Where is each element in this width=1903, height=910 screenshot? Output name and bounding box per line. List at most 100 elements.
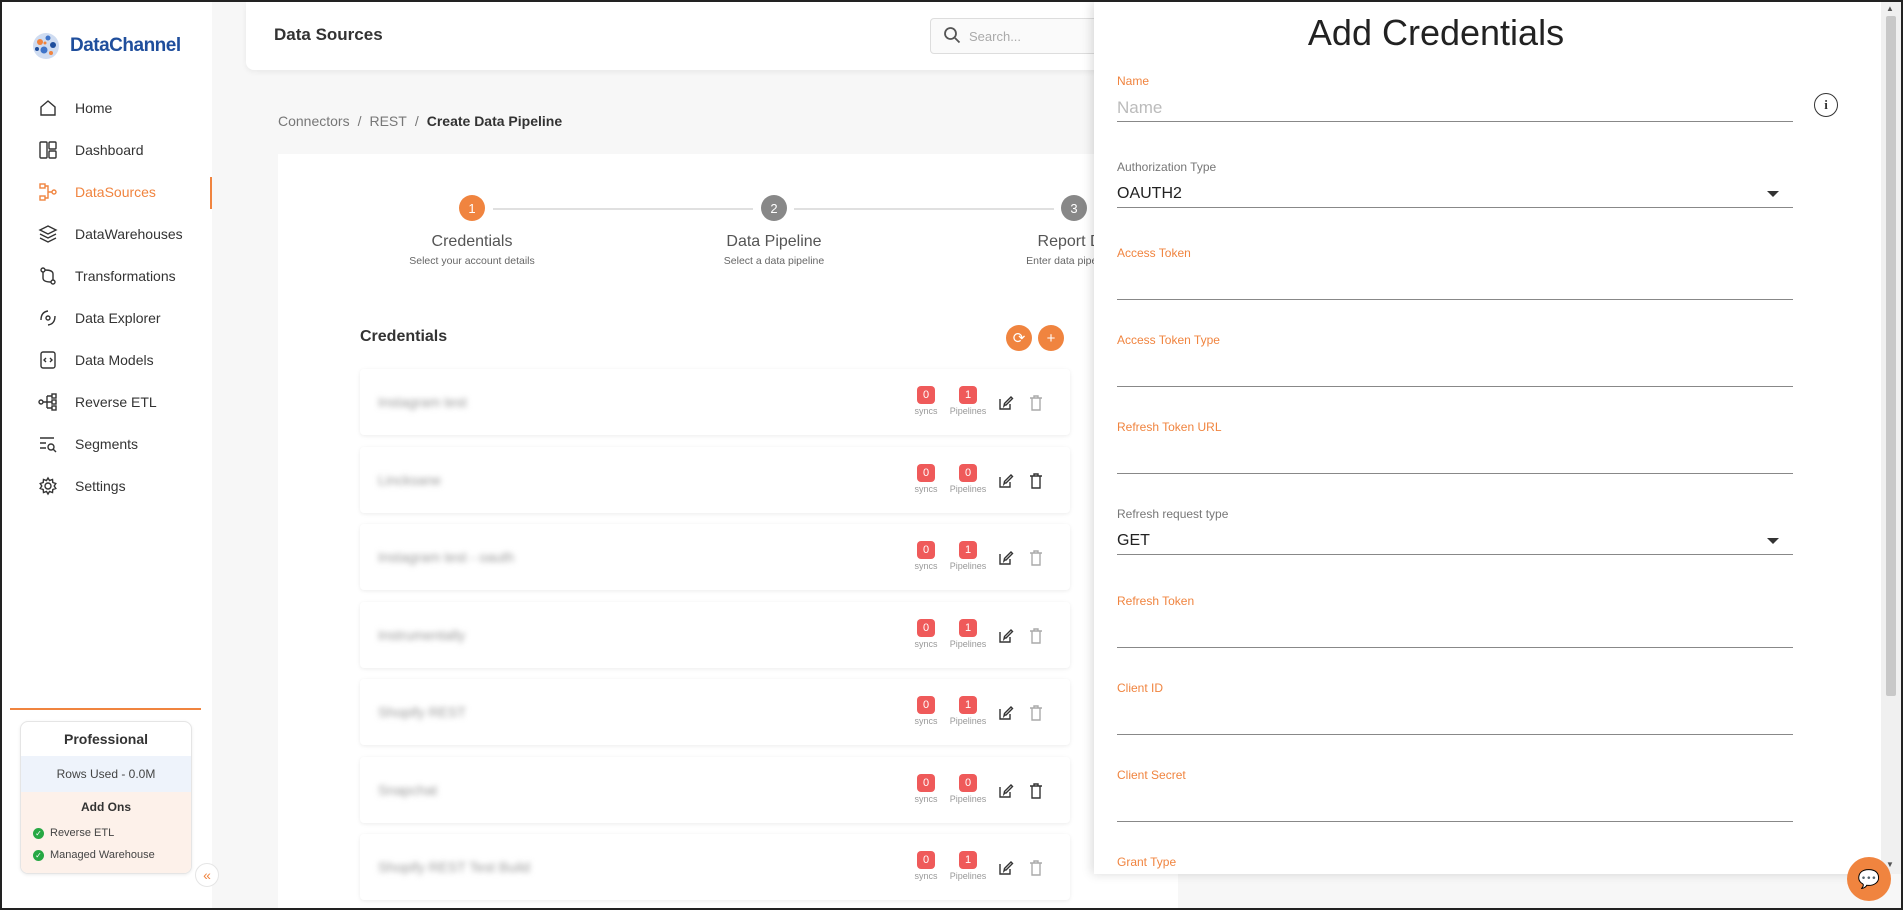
trash-icon[interactable] — [1026, 858, 1046, 878]
addon-item: ✓ Managed Warehouse — [21, 844, 191, 866]
edit-icon[interactable] — [996, 781, 1016, 801]
refresh-button[interactable]: ⟳ — [1006, 325, 1032, 351]
trash-icon[interactable] — [1026, 393, 1046, 413]
syncs-count: 0 syncs — [906, 618, 946, 649]
step-title: Credentials — [431, 233, 513, 250]
access-token-type-input[interactable] — [1117, 357, 1793, 387]
credential-row[interactable]: Instagram test - oauth 0 syncs 1 Pipelines — [360, 524, 1070, 590]
add-credential-button[interactable]: + — [1038, 325, 1064, 351]
trash-icon[interactable] — [1026, 781, 1046, 801]
client-secret-input[interactable] — [1117, 792, 1793, 822]
sidebar-item-reverse-etl[interactable]: Reverse ETL — [2, 381, 212, 423]
chat-widget-button[interactable]: 💬 — [1847, 857, 1891, 901]
sidebar-item-data-models[interactable]: Data Models — [2, 339, 212, 381]
edit-icon[interactable] — [996, 858, 1016, 878]
addon-label: Managed Warehouse — [50, 849, 155, 861]
edit-icon[interactable] — [996, 393, 1016, 413]
scroll-thumb[interactable] — [1886, 16, 1896, 696]
credentials-title: Credentials — [360, 328, 448, 345]
brand-logo[interactable]: DataChannel — [28, 28, 181, 64]
access-token-input[interactable] — [1117, 270, 1793, 300]
trash-icon[interactable] — [1026, 703, 1046, 723]
transformations-icon — [37, 265, 59, 287]
edit-icon[interactable] — [996, 703, 1016, 723]
access-token-field: Access Token — [1117, 246, 1793, 300]
sidebar-item-segments[interactable]: Segments — [2, 423, 212, 465]
collapse-sidebar-button[interactable]: « — [195, 863, 219, 887]
syncs-count: 0 syncs — [906, 385, 946, 416]
rows-used: Rows Used - 0.0M — [21, 756, 191, 792]
edit-icon[interactable] — [996, 471, 1016, 491]
dashboard-icon — [37, 139, 59, 161]
grant-type-label: Grant Type — [1117, 855, 1177, 869]
pipelines-badge: 1 — [959, 386, 977, 404]
client-id-input[interactable] — [1117, 705, 1793, 735]
refresh-token-label: Refresh Token — [1117, 594, 1195, 608]
edit-icon[interactable] — [996, 548, 1016, 568]
sidebar-item-label: Reverse ETL — [75, 394, 157, 410]
credential-row[interactable]: Snapchat 0 syncs 0 Pipelines — [360, 756, 1070, 823]
trash-icon[interactable] — [1026, 471, 1046, 491]
datachannel-logo-icon — [28, 28, 64, 64]
segments-icon — [37, 433, 59, 455]
step-subtitle: Select your account details — [409, 255, 535, 267]
refresh-token-url-input[interactable] — [1117, 444, 1793, 474]
trash-icon[interactable] — [1026, 626, 1046, 646]
refresh-token-url-field: Refresh Token URL — [1117, 420, 1793, 474]
pipelines-label: Pipelines — [949, 793, 987, 804]
sidebar-item-data-explorer[interactable]: Data Explorer — [2, 297, 212, 339]
syncs-count: 0 syncs — [906, 540, 946, 571]
refresh-token-input[interactable] — [1117, 618, 1793, 648]
scroll-up-icon[interactable]: ▲ — [1886, 4, 1894, 13]
credential-row[interactable]: Shopify REST Test Build 0 syncs 1 Pipelines — [360, 834, 1070, 900]
syncs-count: 0 syncs — [906, 773, 946, 804]
sidebar-item-label: Home — [75, 100, 113, 116]
step-credentials[interactable]: 1 Credentials Select your account detail… — [362, 195, 582, 267]
syncs-badge: 0 — [917, 851, 935, 869]
credential-name: Instrumentally — [378, 626, 466, 643]
addon-item: ✓ Reverse ETL — [21, 822, 191, 844]
sidebar-item-home[interactable]: Home — [2, 87, 212, 129]
syncs-count: 0 syncs — [906, 695, 946, 726]
access-token-type-label: Access Token Type — [1117, 333, 1220, 347]
name-input[interactable]: Name — [1117, 94, 1793, 122]
refresh-request-type-select[interactable]: GET — [1117, 527, 1793, 555]
credential-row[interactable]: Instagram test 0 syncs 1 Pipelines — [360, 369, 1070, 435]
pipelines-count: 1 Pipelines — [948, 385, 988, 416]
sidebar-item-datawarehouses[interactable]: DataWarehouses — [2, 213, 212, 255]
pipelines-count: 0 Pipelines — [948, 773, 988, 804]
auth-type-select[interactable]: OAUTH2 — [1117, 180, 1793, 208]
name-field: Name Name — [1117, 74, 1793, 122]
edit-icon[interactable] — [996, 626, 1016, 646]
info-icon[interactable]: i — [1814, 93, 1838, 117]
credential-name: Shopify REST — [378, 704, 466, 720]
reverse-etl-icon — [37, 391, 59, 413]
credential-row[interactable]: Instrumentally 0 syncs 1 Pipelines — [360, 601, 1070, 668]
plus-icon: + — [1046, 329, 1056, 347]
trash-icon[interactable] — [1026, 548, 1046, 568]
breadcrumb-connectors[interactable]: Connectors — [278, 113, 350, 129]
credential-row[interactable]: Lincksane 0 syncs 0 Pipelines — [360, 446, 1070, 513]
sidebar-item-dashboard[interactable]: Dashboard — [2, 129, 212, 171]
syncs-label: syncs — [914, 483, 938, 494]
breadcrumb-separator: / — [357, 113, 362, 129]
sidebar-item-label: DataWarehouses — [75, 226, 183, 242]
pipelines-badge: 1 — [959, 541, 977, 559]
syncs-label: syncs — [914, 716, 938, 726]
sidebar-item-settings[interactable]: Settings — [2, 465, 212, 507]
breadcrumb-rest[interactable]: REST — [369, 113, 406, 129]
pipelines-badge: 1 — [959, 696, 977, 714]
settings-icon — [37, 475, 59, 497]
sidebar-item-transformations[interactable]: Transformations — [2, 255, 212, 297]
drawer-scrollbar[interactable]: ▲ ▼ — [1881, 2, 1901, 874]
sidebar-item-datasources[interactable]: DataSources — [2, 171, 212, 213]
access-token-type-field: Access Token Type — [1117, 333, 1793, 387]
credential-name: Instagram test — [378, 394, 467, 410]
step-data-pipeline[interactable]: 2 Data Pipeline Select a data pipeline — [664, 195, 884, 267]
client-id-label: Client ID — [1117, 681, 1164, 695]
credential-name: Shopify REST Test Build — [378, 859, 531, 875]
breadcrumb-current: Create Data Pipeline — [426, 113, 563, 129]
credential-row[interactable]: Shopify REST 0 syncs 1 Pipelines — [360, 679, 1070, 745]
data-explorer-icon — [37, 307, 59, 329]
refresh-request-type-value: GET — [1117, 531, 1150, 549]
